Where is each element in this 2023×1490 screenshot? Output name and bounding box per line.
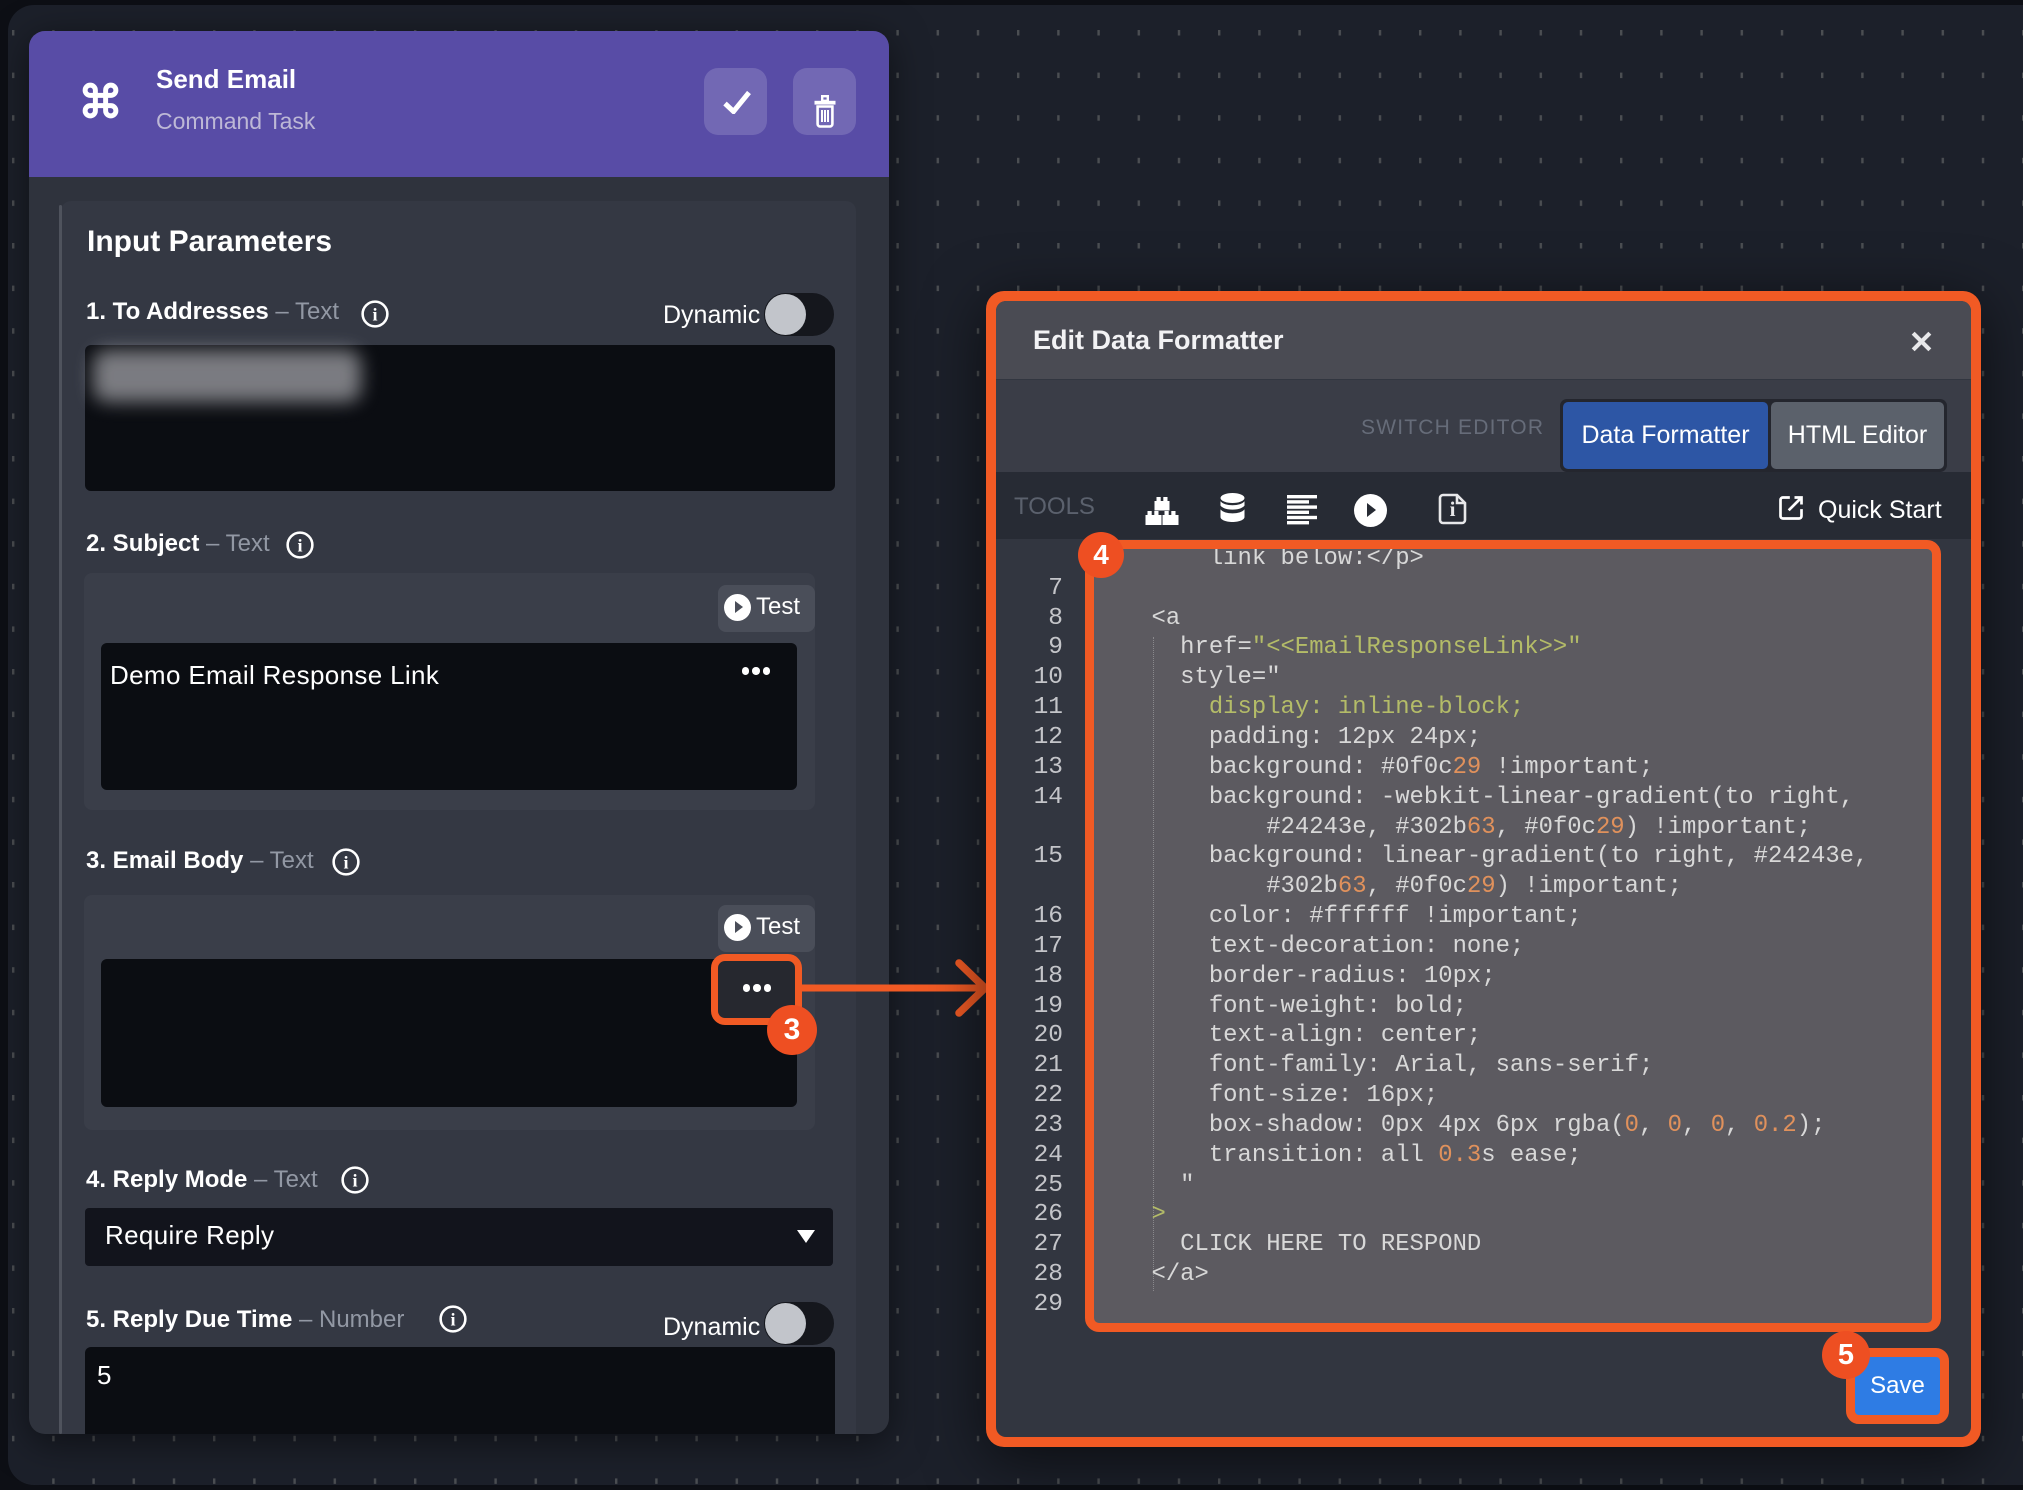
svg-text:i: i [352, 1171, 357, 1191]
svg-text:i: i [450, 1310, 455, 1330]
svg-text:i: i [297, 536, 302, 556]
svg-text:i: i [343, 853, 348, 873]
svg-text:i: i [372, 305, 377, 325]
